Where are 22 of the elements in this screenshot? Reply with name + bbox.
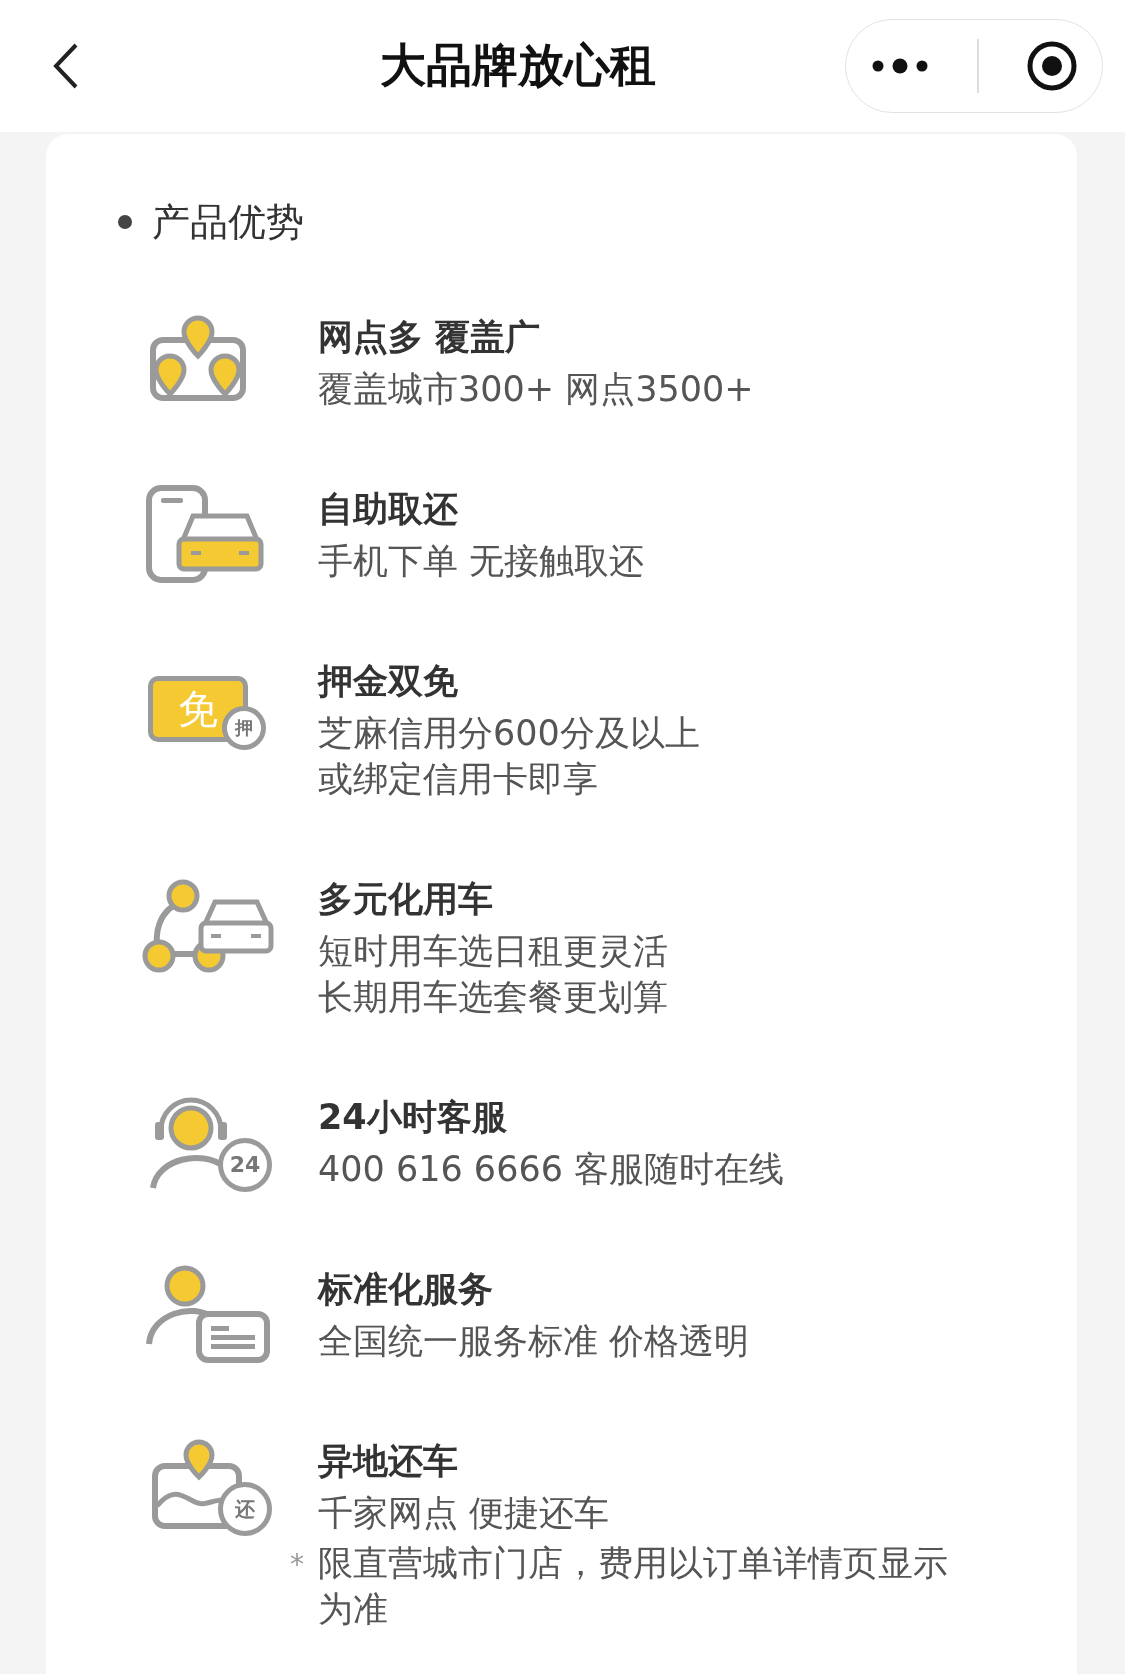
- feature-description: 覆盖城市300+ 网点3500+: [318, 368, 754, 411]
- feature-description: 手机下单 无接触取还: [318, 540, 645, 583]
- footnote-text: 限直营城市门店，费用以订单详情页显示为准: [318, 1542, 949, 1631]
- close-icon[interactable]: [1026, 40, 1079, 92]
- page-title: 大品牌放心租: [378, 37, 657, 94]
- feature-title: 自助取还: [318, 488, 458, 531]
- feature-description: 芝麻信用分600分及以上: [318, 712, 700, 755]
- feature-description: 400 616 6666 客服随时在线: [318, 1148, 785, 1191]
- bullet-icon: [118, 215, 132, 229]
- asterisk-mark: *: [290, 1547, 305, 1583]
- feature-title: 24小时客服: [318, 1096, 507, 1139]
- feature-title: 异地还车: [318, 1440, 458, 1483]
- feature-description: 千家网点 便捷还车: [318, 1492, 610, 1535]
- feature-description: 长期用车选套餐更划算: [318, 976, 668, 1019]
- section-title: 产品优势: [152, 199, 304, 246]
- feature-description: 全国统一服务标准 价格透明: [318, 1320, 750, 1363]
- feature-title: 押金双免: [318, 660, 458, 703]
- feature-title: 标准化服务: [318, 1268, 493, 1311]
- feature-description: 短时用车选日租更灵活: [318, 930, 668, 973]
- feature-title: 网点多 覆盖广: [318, 316, 541, 359]
- feature-title: 多元化用车: [318, 878, 493, 921]
- feature-description: 或绑定信用卡即享: [318, 758, 598, 801]
